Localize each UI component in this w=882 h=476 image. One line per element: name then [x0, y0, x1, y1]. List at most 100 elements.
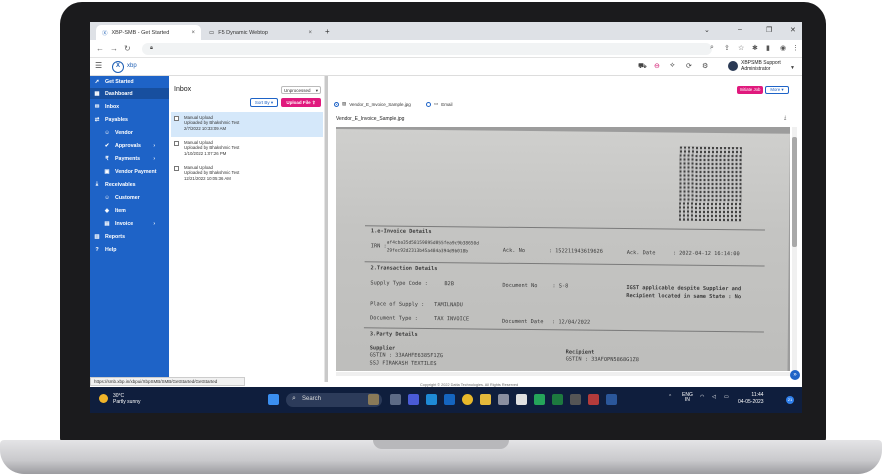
initiate-job-button[interactable]: Initiate Job: [737, 86, 763, 94]
acrobat-icon[interactable]: [588, 394, 599, 405]
laptop-notch: [373, 440, 509, 449]
sidebar-item-item[interactable]: ◈ Item: [90, 205, 169, 216]
mail-app-icon[interactable]: [498, 394, 509, 405]
xbp-logo: X: [112, 61, 124, 73]
document-viewer: Initiate Job More ▾ ▨ Vendor_E_Invoice_S…: [328, 76, 802, 382]
sidebar-item-receivables[interactable]: ⤓ Receivables: [90, 179, 169, 190]
maximize-button[interactable]: ❐: [766, 26, 772, 34]
close-tab-icon[interactable]: ×: [191, 30, 195, 36]
item-checkbox[interactable]: [174, 141, 179, 146]
sun-icon: [99, 394, 108, 403]
cart-icon[interactable]: ⛟: [638, 62, 647, 71]
store-icon[interactable]: [516, 394, 527, 405]
back-icon[interactable]: ←: [96, 44, 104, 53]
profile-icon[interactable]: ◉: [780, 44, 786, 52]
tab-f5-webtop[interactable]: ▭ F5 Dynamic Webtop ×: [203, 25, 318, 40]
reload-icon[interactable]: ↻: [124, 44, 131, 53]
speaker-icon[interactable]: ◁: [712, 395, 716, 400]
excel-icon[interactable]: [552, 394, 563, 405]
tab-xbp-smb[interactable]: Ⓧ XBP-SMB - Get Started ×: [96, 25, 201, 40]
upload-file-button[interactable]: Upload File ⇪: [281, 98, 321, 107]
sidebar-item-inbox[interactable]: ✉ Inbox: [90, 101, 169, 112]
close-tab-icon[interactable]: ×: [308, 30, 312, 36]
chat-support-button[interactable]: »: [790, 370, 800, 380]
wifi-icon[interactable]: ◠: [700, 395, 704, 400]
status-filter-select[interactable]: Unprocessed ▾: [281, 86, 321, 94]
chrome-icon[interactable]: [462, 394, 473, 405]
calculator-icon[interactable]: [534, 394, 545, 405]
sidebar-item-label: Receivables: [105, 181, 136, 188]
forward-icon[interactable]: →: [110, 44, 118, 53]
download-icon[interactable]: ⤓: [784, 115, 786, 121]
sidebar-item-label: Vendor Payment: [115, 168, 157, 175]
user-menu[interactable]: XBPSMB Support Administrator: [741, 60, 781, 72]
sidebar-item-get-started[interactable]: ➚ Get Started: [90, 76, 169, 87]
caret-down-icon[interactable]: ▼: [790, 65, 795, 71]
item-checkbox[interactable]: [174, 166, 179, 171]
windows-start-icon[interactable]: [268, 394, 279, 405]
dashboard-icon: ▦: [94, 90, 100, 97]
teams-icon[interactable]: [408, 394, 419, 405]
extensions-icon[interactable]: ✱: [752, 44, 758, 52]
radio-button[interactable]: [426, 101, 431, 107]
address-bar[interactable]: 🔒︎: [142, 43, 712, 55]
chevron-down-icon[interactable]: ⌄: [704, 26, 710, 34]
email-icon: ▭: [434, 101, 439, 106]
horizontal-scrollbar[interactable]: [336, 372, 790, 376]
list-item[interactable]: Manual Upload Uploaded by Bhakshmic Test…: [171, 137, 323, 162]
record-icon[interactable]: ⊖: [654, 62, 660, 70]
share-network-icon[interactable]: ⟡: [670, 62, 675, 70]
language-indicator[interactable]: ENG IN: [682, 393, 693, 403]
bookmark-star-icon[interactable]: ☆: [738, 44, 744, 52]
battery-icon[interactable]: ▭: [724, 395, 729, 400]
notification-badge[interactable]: 21: [786, 396, 794, 404]
sidebar-item-reports[interactable]: ▥ Reports: [90, 231, 169, 242]
sidebar-item-vendor-payment[interactable]: ▣ Vendor Payment: [90, 166, 169, 177]
doc-value: TAMILNADU: [434, 302, 463, 309]
doc-value: SSJ FIRAKASH TEXTILES: [369, 360, 437, 368]
task-view-icon[interactable]: [390, 394, 401, 405]
sidebar-item-help[interactable]: ? Help: [90, 244, 169, 255]
chevron-up-icon[interactable]: ⌃: [668, 395, 672, 400]
more-button[interactable]: More ▾: [765, 86, 789, 94]
sort-by-button[interactable]: Sort By ▾: [250, 98, 278, 107]
sidebar-item-payments[interactable]: ₹ Payments ›: [90, 153, 169, 164]
avatar[interactable]: [728, 61, 738, 71]
file-explorer-icon[interactable]: [480, 394, 491, 405]
item-icon: ◈: [104, 207, 110, 214]
sidebar-item-vendor[interactable]: ☺ Vendor: [90, 127, 169, 138]
weather-widget[interactable]: 30°C Partly sunny: [99, 393, 141, 405]
doc-value: 29fec92d2313b45a484a394d9b018b: [386, 248, 469, 255]
sync-icon[interactable]: ⟳: [686, 62, 692, 70]
radio-email[interactable]: ▭ Email: [426, 101, 453, 107]
radio-attachment-label: Vendor_E_Invoice_Sample.jpg: [349, 101, 411, 107]
sidebar-item-payables[interactable]: ⇄ Payables: [90, 114, 169, 125]
outlook-icon[interactable]: [444, 394, 455, 405]
hamburger-menu-icon[interactable]: ☰: [95, 61, 102, 70]
close-window-button[interactable]: ✕: [790, 26, 796, 34]
sidebar-item-customer[interactable]: ☺ Customer: [90, 192, 169, 203]
sidebar-item-invoice[interactable]: ▤ Invoice ›: [90, 218, 169, 229]
status-url: https://smb.xbp.in/xbpui/XbpSMB/SMB/GetS…: [90, 377, 245, 386]
radio-button-selected[interactable]: [334, 101, 339, 107]
minimize-button[interactable]: –: [738, 26, 742, 33]
edge-icon[interactable]: [426, 394, 437, 405]
list-item[interactable]: Manual Upload Uploaded by Bhakshmic Test…: [171, 162, 323, 187]
gear-icon[interactable]: ⚙: [702, 62, 708, 70]
vertical-scrollbar[interactable]: [792, 127, 797, 371]
new-tab-button[interactable]: +: [319, 24, 336, 39]
list-item[interactable]: Manual Upload Uploaded by Bhakshmic Test…: [171, 112, 323, 137]
clock[interactable]: 11:44 04-05-2023: [738, 392, 764, 406]
sidebar-item-dashboard[interactable]: ▦ Dashboard: [90, 88, 169, 99]
zoom-icon[interactable]: ⌕: [710, 44, 714, 52]
item-checkbox[interactable]: [174, 116, 179, 121]
media-icon[interactable]: [570, 394, 581, 405]
share-icon[interactable]: ⇪: [724, 44, 730, 52]
word-icon[interactable]: [606, 394, 617, 405]
vendor-icon: ☺: [104, 129, 110, 136]
kebab-menu-icon[interactable]: ⋮: [792, 44, 799, 52]
radio-attachment[interactable]: ▨ Vendor_E_Invoice_Sample.jpg: [334, 101, 411, 107]
sidepanel-icon[interactable]: ▮: [766, 44, 770, 52]
scroll-thumb[interactable]: [792, 137, 797, 247]
sidebar-item-approvals[interactable]: ✔ Approvals ›: [90, 140, 169, 151]
